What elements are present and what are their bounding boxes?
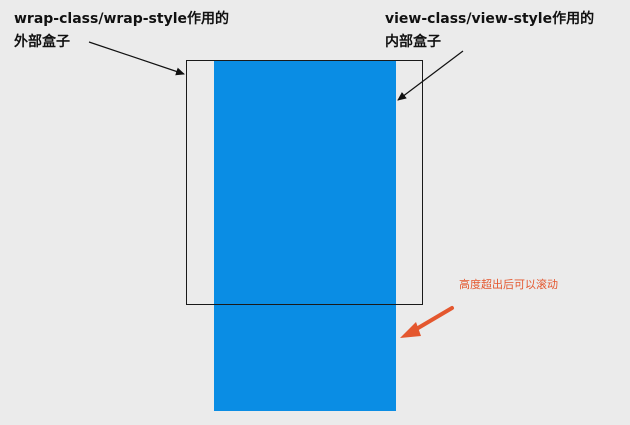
diagram-canvas: wrap-class/wrap-style作用的 外部盒子 view-class… [0, 0, 630, 425]
arrows-layer [88, 41, 464, 338]
outer-label-arrow [88, 41, 185, 76]
scroll-note-arrow [400, 306, 454, 338]
inner-label-arrow [397, 50, 464, 101]
